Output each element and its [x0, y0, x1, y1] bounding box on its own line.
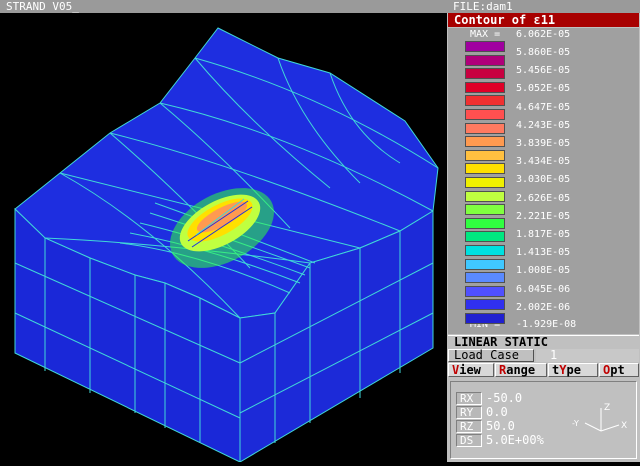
- legend-swatch: [465, 95, 505, 107]
- legend-level-label: 3.839E-05: [516, 138, 571, 149]
- triad-z-label: Z: [604, 403, 610, 413]
- legend-swatch: [465, 177, 505, 188]
- title-bar: STRAND V05_: [0, 0, 447, 13]
- load-case-value[interactable]: 1: [536, 349, 639, 362]
- view-panel: RX -50.0 RY 0.0 RZ 50.0 DS 5.0E+00% Z -Y…: [450, 381, 637, 459]
- app-title: STRAND V05_: [6, 0, 79, 13]
- model-viewport[interactable]: [0, 13, 447, 463]
- view-rx-row: RX -50.0: [456, 392, 576, 405]
- legend-level-label: 2.221E-05: [516, 210, 571, 222]
- legend-swatch: [465, 41, 505, 52]
- analysis-type: LINEAR STATIC: [448, 335, 639, 349]
- legend-swatch: [465, 258, 505, 270]
- analysis-type-label: LINEAR STATIC: [454, 335, 548, 349]
- legend-level-label: 4.243E-05: [516, 119, 571, 131]
- legend-swatch: [465, 299, 505, 311]
- contour-title: Contour of ε11: [448, 13, 639, 27]
- legend-level-label: 3.434E-05: [516, 156, 571, 168]
- legend-swatch: [465, 245, 505, 256]
- view-rz-row: RZ 50.0: [456, 420, 576, 433]
- legend-swatch: [465, 163, 505, 175]
- legend-level-label: 1.008E-05: [516, 265, 571, 277]
- legend-swatch: [465, 204, 505, 216]
- legend-level-label: 5.052E-05: [516, 83, 571, 95]
- legend-swatch: [465, 149, 505, 161]
- legend-swatch: [465, 272, 505, 284]
- ry-label[interactable]: RY: [456, 406, 482, 419]
- file-bar: FILE:dam1: [447, 0, 640, 13]
- legend-max-label: MAX =: [470, 29, 501, 40]
- ds-label[interactable]: DS: [456, 434, 482, 447]
- menu-opt-rest: pt: [610, 363, 625, 377]
- load-case-row: Load Case 1: [448, 349, 639, 362]
- legend-swatch: [465, 54, 505, 66]
- load-case-label: Load Case: [454, 348, 520, 362]
- legend-min-value: -1.929E-08: [516, 319, 577, 330]
- legend-level-label: 2.002E-06: [516, 301, 571, 313]
- load-case-number: 1: [550, 348, 558, 362]
- fe-model-render: [14, 27, 439, 463]
- menu-view-button[interactable]: View: [448, 363, 494, 377]
- legend-swatch: [465, 68, 505, 80]
- legend-level-label: 6.045E-06: [516, 283, 571, 295]
- legend-swatch: [465, 136, 505, 148]
- side-panel: FILE:dam1 Contour of ε11 MAX = 6.062E-05…: [447, 0, 640, 462]
- legend-swatch: [465, 190, 505, 202]
- legend-swatch: [465, 122, 505, 134]
- legend-swatch: [465, 285, 505, 297]
- contour-legend: MAX = 6.062E-05 MIN = -1.929E-08 5.860E-…: [448, 28, 639, 334]
- menu-range-button[interactable]: Range: [495, 363, 547, 377]
- load-case-button[interactable]: Load Case: [448, 349, 534, 362]
- triad-x-label: X: [621, 421, 627, 431]
- rx-value: -50.0: [486, 391, 523, 405]
- legend-level-label: 1.817E-05: [516, 229, 571, 240]
- menu-range-rest: ange: [506, 363, 536, 377]
- triad-y-label: -Y: [572, 419, 579, 428]
- legend-level-label: 5.456E-05: [516, 65, 571, 77]
- contour-title-text: Contour of ε11: [454, 13, 556, 27]
- legend-swatch: [465, 217, 505, 229]
- rx-label[interactable]: RX: [456, 392, 482, 405]
- legend-level-label: 1.413E-05: [516, 247, 571, 259]
- menu-type-button[interactable]: tYpe: [548, 363, 598, 377]
- legend-level-label: 2.626E-05: [516, 192, 571, 204]
- legend-swatch: [465, 231, 505, 243]
- view-ry-row: RY 0.0: [456, 406, 576, 419]
- file-name: FILE:dam1: [453, 0, 513, 13]
- legend-swatch: [465, 81, 505, 93]
- menu-type-rest: pe: [566, 363, 581, 377]
- ds-value: 5.0E+00%: [486, 433, 544, 447]
- legend-level-label: 5.860E-05: [516, 47, 571, 58]
- view-ds-row: DS 5.0E+00%: [456, 434, 576, 447]
- menu-view-rest: iew: [459, 363, 481, 377]
- axis-triad-icon: Z -Y X: [572, 403, 627, 432]
- legend-swatch: [465, 313, 505, 324]
- menu-row: View Range tYpe Opt: [448, 363, 639, 377]
- legend-swatch: [465, 109, 505, 120]
- rz-value: 50.0: [486, 419, 515, 433]
- legend-level-label: 4.647E-05: [516, 101, 571, 113]
- ry-value: 0.0: [486, 405, 508, 419]
- legend-max-value: 6.062E-05: [516, 29, 571, 40]
- legend-level-label: 3.030E-05: [516, 174, 571, 186]
- menu-opt-button[interactable]: Opt: [599, 363, 639, 377]
- rz-label[interactable]: RZ: [456, 420, 482, 433]
